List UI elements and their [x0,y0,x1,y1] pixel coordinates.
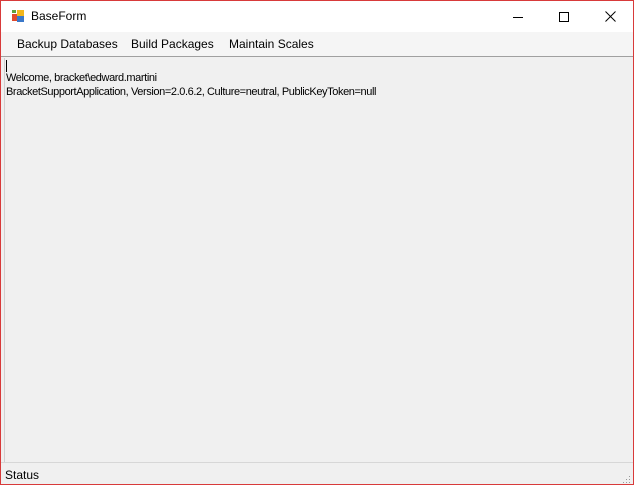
output-textbox[interactable]: Welcome, bracket\edward.martini BracketS… [4,58,631,462]
minimize-icon [513,16,523,18]
app-icon [11,9,25,23]
resize-grip-icon[interactable] [621,473,631,483]
maximize-button[interactable] [541,1,587,32]
menu-item-maintain-scales[interactable]: Maintain Scales [229,37,314,51]
output-line-version: BracketSupportApplication, Version=2.0.6… [6,86,377,98]
minimize-button[interactable] [495,1,541,32]
close-button[interactable] [587,1,633,32]
menu-bar: Backup Databases Build Packages Maintain… [1,32,633,56]
maximize-icon [559,11,569,22]
close-icon [604,11,616,22]
menu-separator [1,56,633,57]
text-caret [6,60,7,72]
status-bar: Status [1,462,633,484]
window-title: BaseForm [31,9,87,23]
output-line-welcome: Welcome, bracket\edward.martini [6,72,157,84]
menu-item-backup-databases[interactable]: Backup Databases [17,37,118,51]
title-bar[interactable]: BaseForm [1,1,633,32]
menu-item-build-packages[interactable]: Build Packages [131,37,214,51]
main-window: BaseForm Backup Databases Build Packages… [0,0,634,485]
status-label: Status [5,468,40,482]
